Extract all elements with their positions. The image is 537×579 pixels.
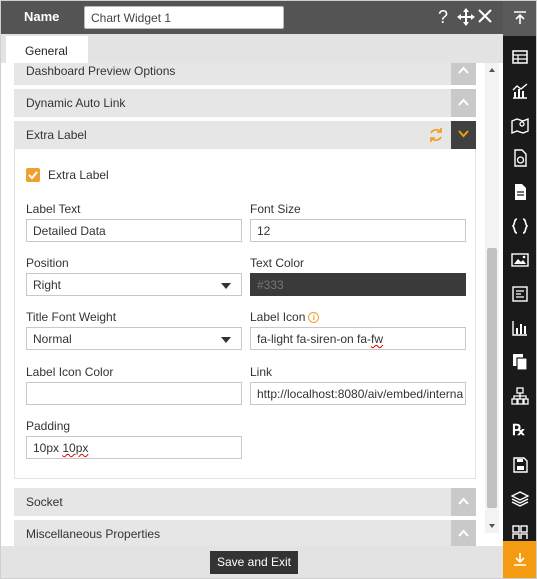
properties-content: Dashboard Preview Options Dynamic Auto L…: [1, 63, 503, 546]
grid-icon[interactable]: [511, 523, 531, 539]
file-money-icon[interactable]: [511, 149, 531, 169]
scrollbar-thumb[interactable]: [487, 248, 497, 508]
scroll-down-arrow-icon[interactable]: [489, 524, 495, 528]
section-title: Dashboard Preview Options: [26, 64, 176, 78]
copy-icon[interactable]: [511, 353, 531, 373]
refresh-icon[interactable]: [428, 127, 444, 143]
title-font-weight-select[interactable]: Normal: [26, 327, 242, 350]
document-icon[interactable]: [511, 183, 531, 203]
title-font-weight-label: Title Font Weight: [26, 310, 117, 324]
extra-label-checkbox[interactable]: [26, 168, 40, 182]
extra-label-checkbox-label: Extra Label: [48, 168, 109, 182]
rx-icon[interactable]: ℞: [512, 421, 525, 440]
section-title: Dynamic Auto Link: [26, 96, 126, 110]
font-size-label: Font Size: [250, 202, 301, 216]
padding-value: 10px: [33, 441, 63, 455]
label-text-input[interactable]: Detailed Data: [26, 219, 242, 242]
padding-value-misspelled: 10px: [62, 441, 89, 455]
caret-down-icon: [221, 283, 231, 289]
section-extra-label[interactable]: Extra Label: [14, 121, 476, 149]
chart-icon[interactable]: [511, 82, 531, 102]
network-icon[interactable]: [511, 387, 531, 407]
chevron-down-icon[interactable]: [451, 121, 476, 149]
caret-down-icon: [221, 337, 231, 343]
label-icon-value-misspelled: fw: [371, 332, 384, 346]
text-color-input[interactable]: #333: [250, 273, 466, 296]
image-icon[interactable]: [511, 251, 531, 271]
save-doc-icon[interactable]: [511, 456, 531, 476]
chevron-up-icon[interactable]: [451, 520, 476, 546]
widget-properties-dialog: Name ? General Dashboard Preview Options…: [0, 0, 537, 579]
code-braces-icon[interactable]: [511, 217, 531, 237]
position-select[interactable]: Right: [26, 273, 242, 296]
section-dashboard-preview-options[interactable]: Dashboard Preview Options: [14, 63, 476, 85]
label-icon-value: fa-light fa-siren-on fa-: [257, 332, 372, 346]
tab-general[interactable]: General: [6, 36, 88, 63]
title-font-weight-value: Normal: [33, 332, 72, 346]
padding-label: Padding: [26, 419, 71, 433]
chevron-up-icon[interactable]: [451, 89, 476, 117]
table-icon[interactable]: [511, 48, 531, 68]
label-text-label: Label Text: [26, 202, 81, 216]
scroll-top-icon: [514, 11, 526, 24]
section-title: Socket: [26, 495, 63, 509]
widget-name-input[interactable]: [84, 6, 284, 29]
info-icon[interactable]: i: [308, 312, 320, 324]
scroll-bottom-icon: [514, 553, 526, 566]
position-label: Position: [26, 256, 69, 270]
label-icon-color-label: Label Icon Color: [26, 365, 114, 379]
section-title: Extra Label: [26, 128, 87, 142]
move-icon[interactable]: [456, 8, 476, 28]
section-socket[interactable]: Socket: [14, 488, 476, 516]
tab-bar: General: [1, 34, 503, 63]
form-icon[interactable]: [511, 285, 531, 305]
right-toolbar: ℞: [503, 1, 536, 578]
dialog-header: Name ?: [1, 1, 503, 34]
section-miscellaneous-properties[interactable]: Miscellaneous Properties: [14, 520, 476, 546]
label-icon-input[interactable]: fa-light fa-siren-on fa-fw: [250, 327, 466, 350]
extra-label-panel: Extra Label Label Text Detailed Data Fon…: [14, 149, 476, 479]
scroll-top-button[interactable]: [503, 1, 536, 36]
section-title: Miscellaneous Properties: [26, 527, 161, 541]
position-select-value: Right: [33, 278, 62, 292]
scroll-bottom-button[interactable]: [503, 541, 536, 578]
font-size-input[interactable]: 12: [250, 219, 466, 242]
link-label: Link: [250, 365, 273, 379]
label-icon-label-text: Label Icon: [250, 310, 306, 324]
label-icon-color-input[interactable]: [26, 382, 242, 405]
padding-input[interactable]: 10px 10px: [26, 436, 242, 459]
name-label: Name: [24, 9, 60, 24]
dialog-footer: Save and Exit: [1, 546, 503, 578]
chevron-up-icon[interactable]: [451, 63, 476, 85]
text-color-label: Text Color: [250, 256, 305, 270]
section-dynamic-auto-link[interactable]: Dynamic Auto Link: [14, 89, 476, 117]
map-icon[interactable]: [511, 116, 531, 136]
scroll-up-arrow-icon[interactable]: [489, 68, 495, 72]
layers-icon[interactable]: [511, 490, 531, 510]
chevron-up-icon[interactable]: [451, 488, 476, 516]
label-icon-label: Label Icon i: [250, 310, 320, 324]
link-input[interactable]: http://localhost:8080/aiv/embed/interna: [250, 382, 466, 405]
help-icon[interactable]: ?: [433, 7, 453, 27]
save-and-exit-button[interactable]: Save and Exit: [210, 551, 298, 574]
stats-icon[interactable]: [511, 319, 531, 339]
close-icon[interactable]: [475, 8, 495, 28]
